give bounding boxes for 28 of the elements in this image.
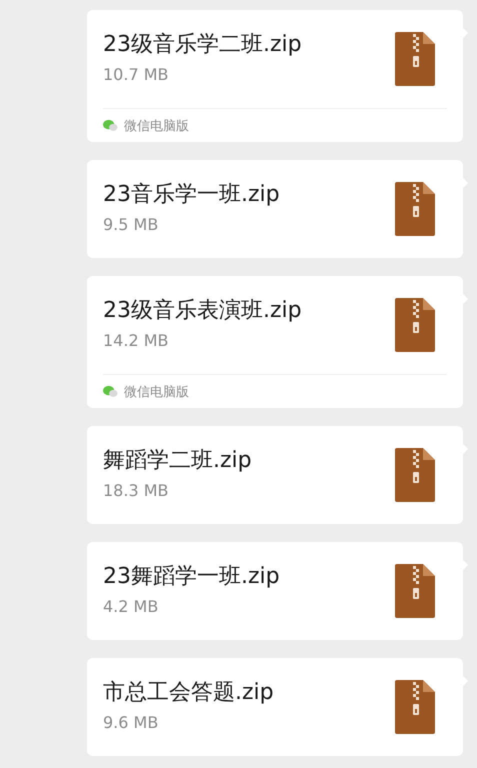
file-message[interactable]: 23舞蹈学一班.zip 4.2 MB — [87, 542, 463, 640]
chat-bubbles-icon — [103, 385, 118, 398]
zip-file-icon — [395, 564, 435, 618]
file-name: 舞蹈学二班.zip — [103, 446, 252, 474]
file-name: 23级音乐学二班.zip — [103, 30, 302, 58]
zip-file-icon — [395, 448, 435, 502]
source-label: 微信电脑版 — [124, 384, 189, 400]
file-size: 9.6 MB — [103, 712, 160, 732]
zip-file-icon — [395, 298, 435, 352]
file-message[interactable]: 舞蹈学二班.zip 18.3 MB — [87, 426, 463, 524]
source-label: 微信电脑版 — [124, 118, 189, 134]
file-message[interactable]: 23音乐学一班.zip 9.5 MB — [87, 160, 463, 258]
file-size: 4.2 MB — [103, 596, 160, 616]
zip-file-icon — [395, 680, 435, 734]
file-name: 23级音乐表演班.zip — [103, 296, 302, 324]
file-size: 10.7 MB — [103, 64, 170, 84]
file-message[interactable]: 23级音乐表演班.zip 14.2 MB 微信电脑版 — [87, 276, 463, 408]
chat-bubbles-icon — [103, 119, 118, 132]
zip-file-icon — [395, 32, 435, 86]
file-size: 18.3 MB — [103, 480, 170, 500]
file-message[interactable]: 23级音乐学二班.zip 10.7 MB 微信电脑版 — [87, 10, 463, 142]
zip-file-icon — [395, 182, 435, 236]
file-message[interactable]: 市总工会答题.zip 9.6 MB — [87, 658, 463, 756]
file-name: 市总工会答题.zip — [103, 678, 274, 706]
file-name: 23音乐学一班.zip — [103, 180, 280, 208]
file-name: 23舞蹈学一班.zip — [103, 562, 280, 590]
file-size: 14.2 MB — [103, 330, 170, 350]
file-size: 9.5 MB — [103, 214, 160, 234]
